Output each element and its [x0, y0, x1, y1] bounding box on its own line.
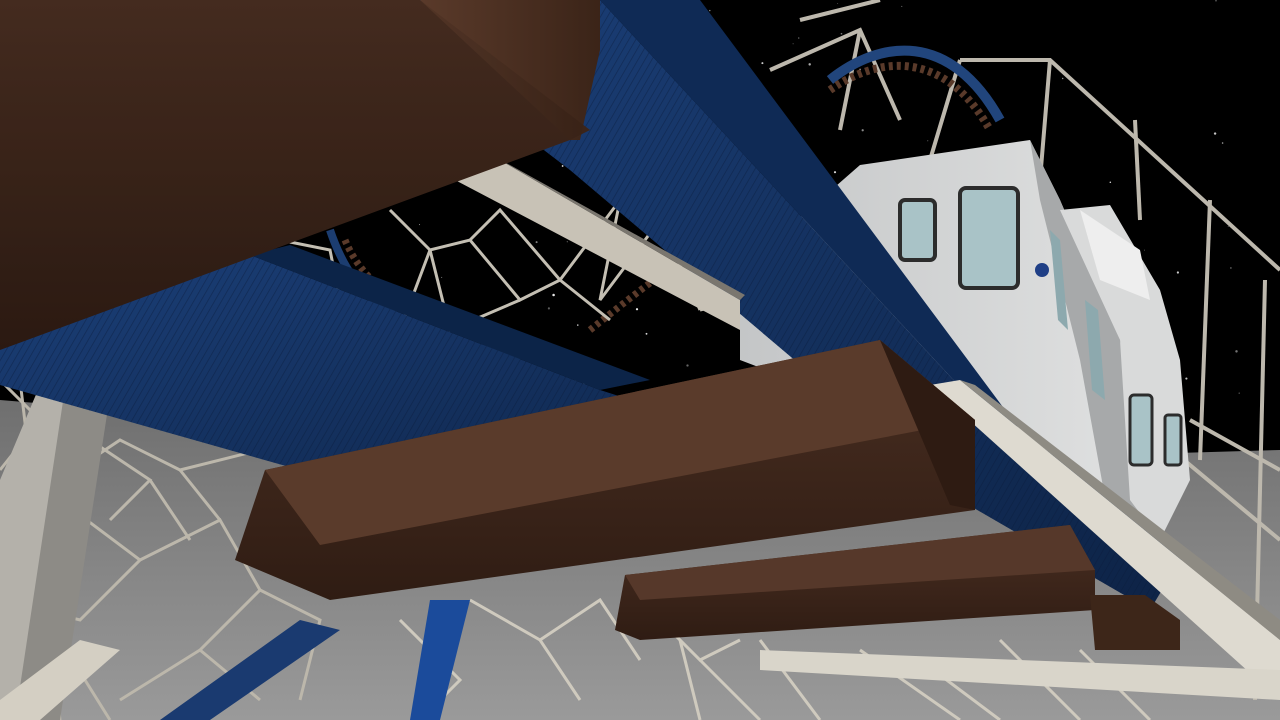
- star: [861, 129, 864, 132]
- star: [1213, 132, 1217, 135]
- star: [419, 224, 421, 226]
- train-window-rear-1: [1128, 393, 1154, 467]
- star: [552, 293, 555, 297]
- star: [837, 2, 839, 4]
- star: [927, 140, 929, 142]
- train-window-2: [898, 198, 937, 262]
- train-window-1: [958, 186, 1020, 290]
- star: [797, 37, 800, 39]
- star: [1215, 0, 1217, 2]
- star: [441, 276, 443, 278]
- star: [1227, 225, 1229, 227]
- star: [635, 308, 639, 311]
- star: [1109, 181, 1112, 183]
- star: [1238, 392, 1240, 394]
- star: [645, 332, 648, 335]
- star: [1061, 77, 1064, 80]
- star: [1221, 142, 1224, 144]
- star: [686, 364, 689, 367]
- star: [561, 165, 564, 167]
- star: [792, 43, 794, 45]
- star: [808, 63, 811, 66]
- star: [1235, 350, 1238, 353]
- star: [535, 241, 538, 244]
- nasa-logo-icon: [1035, 263, 1049, 277]
- star: [901, 5, 903, 7]
- star: [709, 9, 711, 12]
- star: [1176, 271, 1180, 274]
- star: [1230, 267, 1232, 269]
- star: [1144, 249, 1145, 251]
- scene-3d-render: [0, 0, 1280, 720]
- game-viewport[interactable]: [0, 0, 1280, 720]
- star: [547, 307, 550, 310]
- star: [840, 32, 843, 35]
- star: [566, 241, 568, 243]
- star: [1185, 377, 1188, 380]
- star: [761, 62, 764, 65]
- train-window-rear-2: [1163, 413, 1183, 467]
- star: [577, 324, 579, 326]
- star: [833, 171, 837, 174]
